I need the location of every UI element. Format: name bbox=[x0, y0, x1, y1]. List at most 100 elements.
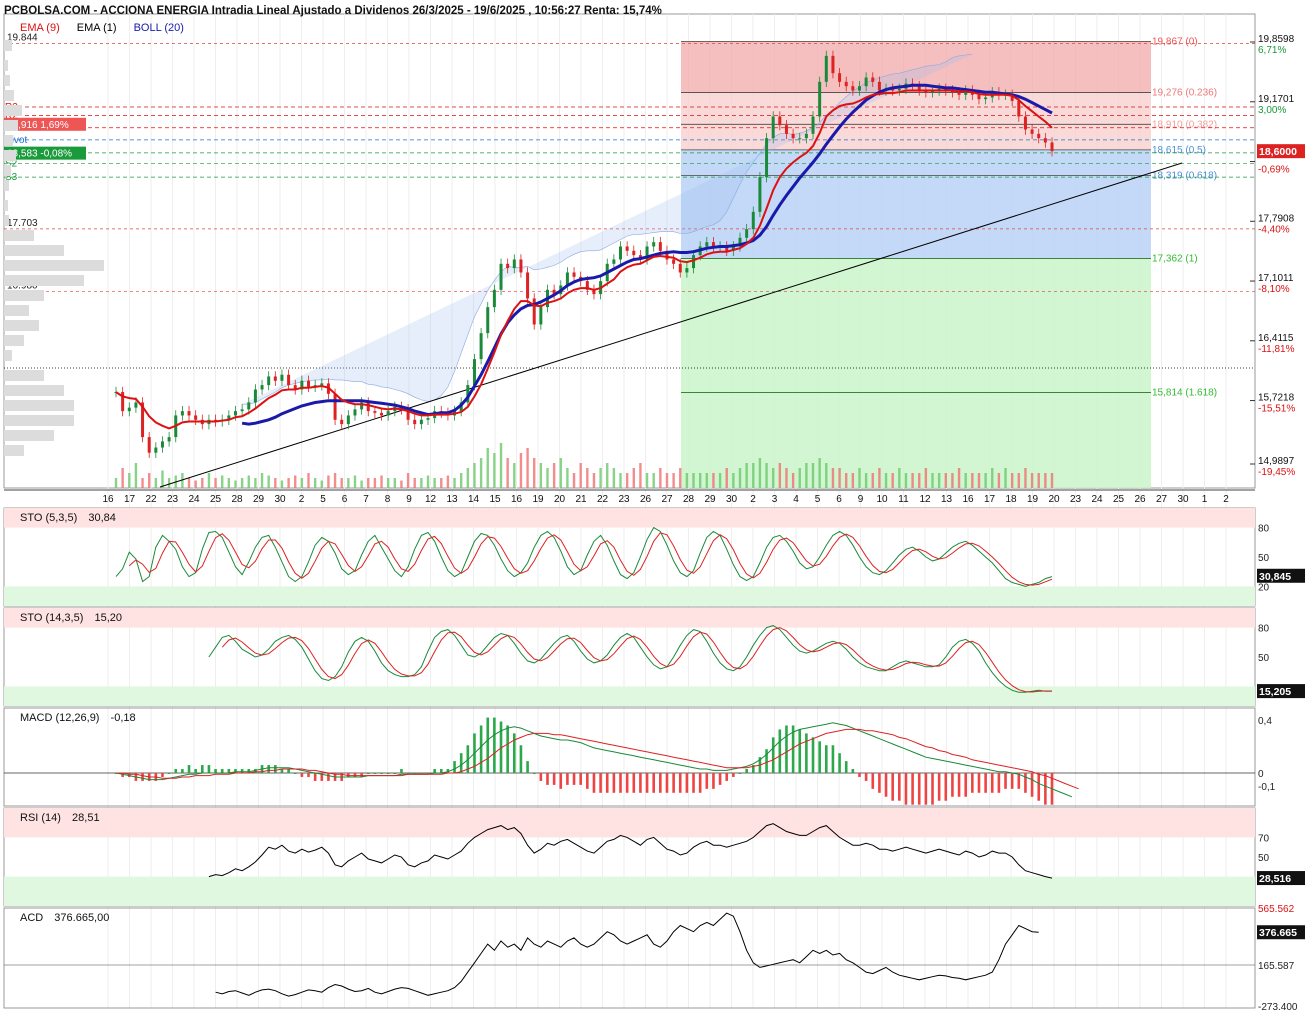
volume-bar bbox=[778, 463, 782, 488]
macd-histogram-bar bbox=[174, 769, 178, 773]
volume-bar bbox=[957, 468, 961, 488]
volume-bar bbox=[167, 478, 171, 488]
volume-bar bbox=[639, 463, 642, 488]
candle-body bbox=[366, 402, 370, 412]
sto1-last-label: 30,845 bbox=[1259, 571, 1291, 583]
rsi-last-label: 28,516 bbox=[1259, 873, 1291, 885]
volume-bar bbox=[891, 473, 894, 488]
sto1-d-line bbox=[128, 532, 1053, 586]
volume-bar bbox=[1044, 473, 1047, 488]
macd-histogram-bar bbox=[951, 773, 954, 797]
macd-histogram-bar bbox=[718, 773, 722, 785]
macd-histogram-bar bbox=[366, 773, 370, 774]
date-tick-label: 27 bbox=[1156, 494, 1168, 505]
chart-svg: 19,867 (0)19,276 (0.236)18,910 (0.382)18… bbox=[3, 13, 1305, 1012]
volume-bar bbox=[652, 473, 655, 488]
volume-bar bbox=[227, 478, 231, 488]
macd-histogram-bar bbox=[619, 773, 622, 793]
candle-body bbox=[745, 229, 749, 238]
macd-histogram-bar bbox=[824, 745, 828, 773]
volume-bar bbox=[221, 475, 224, 488]
candle-body bbox=[539, 307, 543, 325]
volume-profile-bar bbox=[4, 180, 9, 191]
macd-histogram-bar bbox=[380, 773, 383, 774]
volume-bar bbox=[1037, 473, 1040, 488]
macd-title: MACD (12,26,9) -0,18 bbox=[20, 712, 144, 724]
volume-bar bbox=[665, 473, 669, 488]
date-tick-label: 5 bbox=[815, 494, 821, 505]
candle-body bbox=[771, 116, 775, 139]
candle-body bbox=[791, 133, 795, 139]
volume-bar bbox=[207, 473, 211, 488]
fib-label: 18,319 (0.618) bbox=[1152, 171, 1217, 182]
candle-body bbox=[532, 298, 536, 325]
date-tick-label: 8 bbox=[385, 494, 391, 505]
volume-bar bbox=[725, 468, 728, 488]
volume-bar bbox=[420, 478, 423, 488]
candle-body bbox=[472, 359, 476, 386]
volume-profile-bar bbox=[4, 245, 64, 256]
sto1-level-80: 80 bbox=[1258, 524, 1270, 535]
volume-bar bbox=[260, 473, 264, 488]
volume-bar bbox=[579, 463, 582, 488]
macd-histogram-bar bbox=[1017, 773, 1021, 789]
volume-bar bbox=[413, 478, 416, 488]
volume-bar bbox=[964, 473, 967, 488]
acd-cut-top: 565.562 bbox=[1258, 904, 1295, 915]
macd-histogram-bar bbox=[559, 773, 563, 789]
acd-last-label: 376.665 bbox=[1259, 927, 1297, 939]
volume-bar bbox=[406, 473, 410, 488]
candle-body bbox=[765, 138, 769, 178]
candle-body bbox=[134, 402, 138, 408]
volume-bar bbox=[1004, 468, 1007, 488]
date-tick-label: 30 bbox=[726, 494, 738, 505]
macd-histogram-bar bbox=[519, 745, 523, 773]
price-axis-pct: 6,71% bbox=[1258, 45, 1286, 56]
volume-bar bbox=[712, 473, 715, 488]
volume-bar bbox=[506, 458, 509, 488]
date-tick-label: 21 bbox=[575, 494, 587, 505]
macd-value: -0,18 bbox=[110, 712, 136, 724]
macd-histogram-bar bbox=[771, 737, 775, 773]
volume-bar bbox=[400, 480, 403, 488]
candle-body bbox=[194, 415, 198, 420]
date-tick-label: 1 bbox=[1202, 494, 1208, 505]
volume-bar bbox=[745, 463, 748, 488]
date-tick-label: 13 bbox=[941, 494, 953, 505]
macd-histogram-bar bbox=[1024, 773, 1027, 793]
macd-histogram-bar bbox=[373, 773, 377, 774]
candle-body bbox=[851, 86, 855, 91]
candle-body bbox=[685, 268, 689, 273]
volume-bar bbox=[1024, 468, 1027, 488]
macd-histogram-bar bbox=[745, 769, 748, 773]
volume-profile-bar bbox=[4, 90, 14, 101]
volume-bar bbox=[685, 473, 689, 488]
rsi-title: RSI (14) 28,51 bbox=[20, 812, 108, 824]
volume-bar bbox=[513, 463, 516, 488]
sto2-oversold-zone bbox=[4, 686, 1255, 706]
macd-histogram-bar bbox=[433, 769, 436, 773]
legend-boll: BOLL (20) bbox=[133, 22, 184, 34]
volume-bar bbox=[732, 473, 735, 488]
volume-bar bbox=[539, 463, 543, 488]
macd-histogram-bar bbox=[858, 773, 861, 777]
volume-profile-bar bbox=[4, 75, 10, 86]
candle-body bbox=[273, 376, 277, 381]
date-tick-label: 27 bbox=[661, 494, 673, 505]
candle-body bbox=[307, 380, 311, 387]
sto2-level-80: 80 bbox=[1258, 624, 1270, 635]
rsi-name: RSI (14) bbox=[20, 812, 61, 824]
candle-body bbox=[320, 383, 324, 386]
volume-profile-bar bbox=[4, 40, 12, 51]
candle-body bbox=[977, 94, 981, 100]
date-tick-label: 9 bbox=[858, 494, 864, 505]
price-axis-pct: -4,40% bbox=[1258, 224, 1290, 235]
macd-histogram-bar bbox=[705, 773, 709, 789]
candle-body bbox=[373, 411, 377, 413]
volume-bar bbox=[931, 473, 934, 488]
macd-histogram-bar bbox=[831, 745, 835, 773]
rsi-overbought-zone bbox=[4, 808, 1255, 838]
volume-bar bbox=[433, 478, 436, 488]
date-tick-label: 11 bbox=[898, 494, 909, 505]
date-tick-label: 25 bbox=[1113, 494, 1125, 505]
